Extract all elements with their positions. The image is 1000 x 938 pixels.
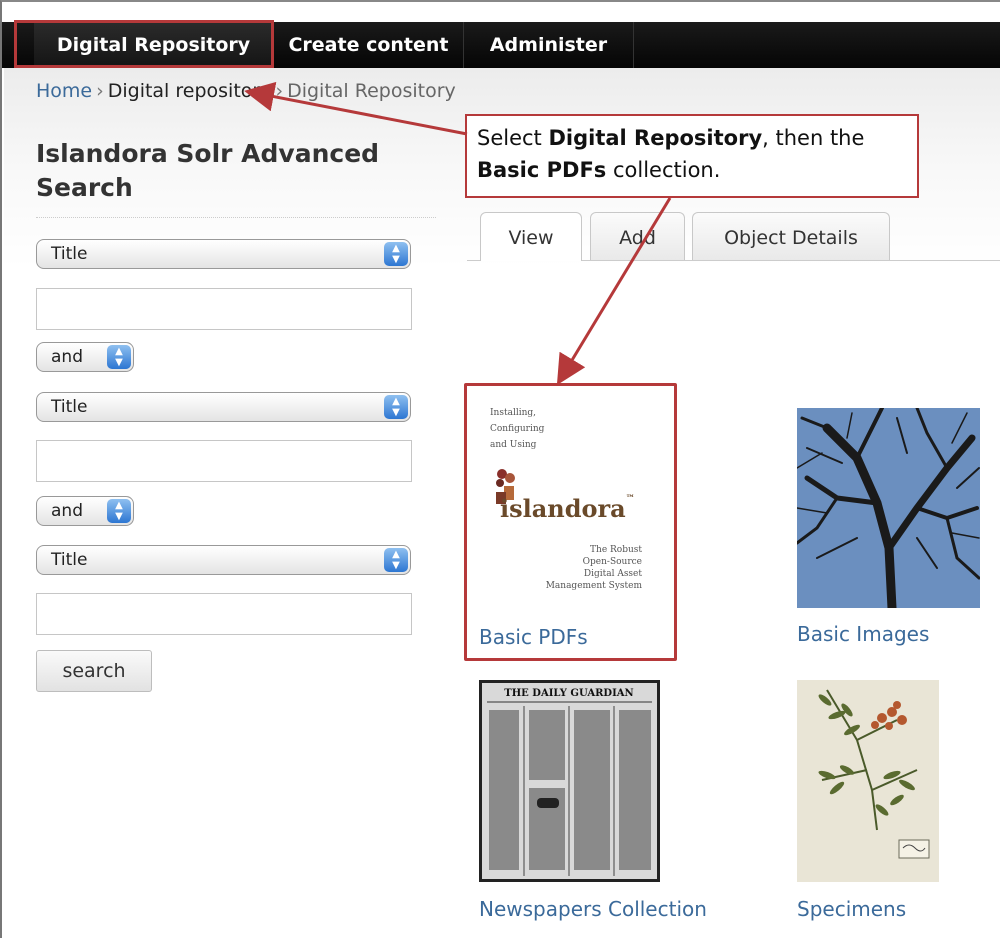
select-arrows-icon: ▲ ▼: [384, 548, 408, 572]
instruction-callout: Select Digital Repository, then the Basic…: [465, 114, 919, 198]
field-select-3[interactable]: Title ▲ ▼: [36, 545, 411, 575]
collection-link-specimens[interactable]: Specimens: [797, 897, 906, 921]
search-term-input-2[interactable]: [36, 440, 412, 482]
tab-object-details[interactable]: Object Details: [692, 212, 890, 260]
newspapers-thumbnail[interactable]: THE DAILY GUARDIAN: [479, 680, 660, 882]
search-term-input-1[interactable]: [36, 288, 412, 330]
callout-bold-digital-repository: Digital Repository: [548, 126, 763, 150]
sidebar-divider: [36, 217, 436, 218]
callout-bold-basic-pdfs: Basic PDFs: [477, 158, 607, 182]
callout-text: collection.: [606, 158, 721, 182]
field-select-2[interactable]: Title ▲ ▼: [36, 392, 411, 422]
search-term-input-3[interactable]: [36, 593, 412, 635]
top-strip: [2, 2, 1000, 22]
collection-link-newspapers[interactable]: Newspapers Collection: [479, 897, 707, 921]
field-select-1[interactable]: Title ▲ ▼: [36, 239, 411, 269]
specimen-image: [797, 680, 939, 882]
breadcrumb-digital-repository[interactable]: Digital repository: [108, 80, 272, 102]
select-arrows-icon: ▲ ▼: [384, 395, 408, 419]
basic-pdfs-highlight-box: [464, 383, 677, 661]
nav-digital-repository[interactable]: Digital Repository: [34, 22, 274, 68]
collection-link-basic-images[interactable]: Basic Images: [797, 622, 929, 646]
basic-images-thumbnail[interactable]: [797, 408, 980, 608]
operator-select-2[interactable]: and ▲ ▼: [36, 496, 134, 526]
select-arrows-icon: ▲ ▼: [384, 242, 408, 266]
breadcrumb-separator: ›: [96, 80, 104, 102]
breadcrumb-separator: ›: [275, 80, 284, 102]
field-select-2-value: Title: [51, 397, 88, 417]
select-arrows-icon: ▲ ▼: [107, 499, 131, 523]
operator-select-1[interactable]: and ▲ ▼: [36, 342, 134, 372]
select-arrows-icon: ▲ ▼: [107, 345, 131, 369]
nav-administer[interactable]: Administer: [464, 22, 634, 68]
callout-text: , then the: [762, 126, 865, 150]
breadcrumb-home[interactable]: Home: [36, 80, 92, 102]
field-select-1-value: Title: [51, 244, 88, 264]
operator-select-2-value: and: [51, 501, 83, 521]
callout-text: Select: [477, 126, 549, 150]
nav-create-content[interactable]: Create content: [274, 22, 464, 68]
browser-frame: Digital Repository Create content Admini…: [0, 0, 1000, 938]
search-button[interactable]: search: [36, 650, 152, 692]
specimens-thumbnail[interactable]: [797, 680, 939, 882]
operator-select-1-value: and: [51, 347, 83, 367]
breadcrumb-current-page: Digital Repository: [287, 80, 456, 102]
sidebar-title: Islandora Solr Advanced Search: [36, 139, 380, 202]
field-select-3-value: Title: [51, 550, 88, 570]
tree-image: [797, 408, 980, 608]
newspaper-image: THE DAILY GUARDIAN: [479, 680, 660, 882]
tab-view[interactable]: View: [480, 212, 582, 261]
newspaper-masthead: THE DAILY GUARDIAN: [504, 688, 633, 699]
breadcrumb: Home › Digital repository › Digital Reposito…: [36, 80, 456, 102]
tab-add[interactable]: Add: [590, 212, 685, 260]
